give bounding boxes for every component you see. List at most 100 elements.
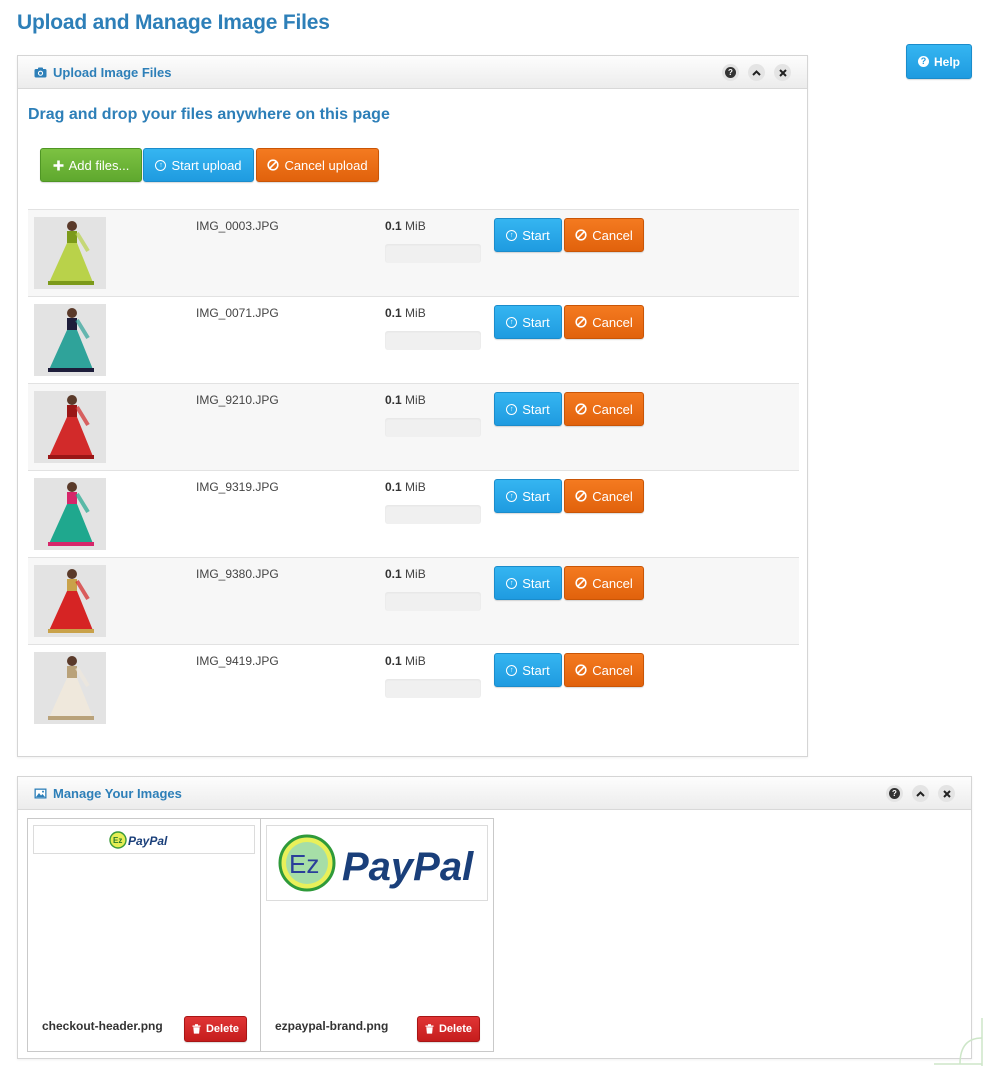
add-files-button[interactable]: Add files... (40, 148, 142, 182)
ban-icon (575, 229, 587, 241)
file-row: IMG_9210.JPG 0.1 MiB ↑ Start Cancel (28, 383, 799, 470)
file-row: IMG_9319.JPG 0.1 MiB ↑ Start Cancel (28, 470, 799, 557)
file-cancel-label: Cancel (592, 401, 633, 417)
cancel-upload-button[interactable]: Cancel upload (256, 148, 379, 182)
file-name: IMG_0003.JPG (196, 219, 279, 233)
file-size-value: 0.1 (385, 480, 402, 494)
file-thumbnail (34, 478, 106, 550)
upload-circle-icon: ↑ (506, 403, 518, 415)
file-size: 0.1 MiB (385, 654, 426, 668)
paypal-logo: Ez PayPal (278, 834, 474, 892)
upload-circle-icon: ↑ (155, 159, 167, 171)
file-cancel-button[interactable]: Cancel (564, 305, 644, 339)
picture-icon (34, 788, 47, 798)
dress-photo (34, 652, 106, 724)
file-name: IMG_9380.JPG (196, 567, 279, 581)
file-size: 0.1 MiB (385, 567, 426, 581)
paypal-logo: Ez PayPal (109, 830, 168, 849)
file-start-label: Start (522, 575, 550, 591)
widget-close-button[interactable] (774, 64, 791, 81)
image-thumbnail[interactable]: Ez PayPal (266, 825, 488, 901)
widget-collapse-button[interactable] (912, 785, 929, 802)
file-start-button[interactable]: ↑ Start (494, 653, 562, 687)
file-size-value: 0.1 (385, 306, 402, 320)
question-circle-icon: ? (917, 56, 929, 67)
file-cancel-button[interactable]: Cancel (564, 653, 644, 687)
ban-icon (575, 664, 587, 676)
file-cancel-button[interactable]: Cancel (564, 479, 644, 513)
svg-text:Ez: Ez (289, 849, 319, 879)
dress-photo (34, 391, 106, 463)
file-cancel-button[interactable]: Cancel (564, 392, 644, 426)
manage-widget: Manage Your Images ? Ez PayPal checkout-… (17, 776, 972, 1059)
upload-widget: Upload Image Files ? Drag and drop your … (17, 55, 808, 757)
file-size: 0.1 MiB (385, 219, 426, 233)
delete-button[interactable]: Delete (417, 1016, 480, 1042)
file-start-button[interactable]: ↑ Start (494, 566, 562, 600)
file-row: IMG_9380.JPG 0.1 MiB ↑ Start Cancel (28, 557, 799, 644)
upload-circle-icon: ↑ (506, 229, 518, 241)
widget-help-button[interactable]: ? (722, 64, 739, 81)
manage-widget-title: Manage Your Images (53, 785, 182, 801)
file-cancel-button[interactable]: Cancel (564, 566, 644, 600)
cancel-upload-label: Cancel upload (284, 157, 368, 173)
file-thumbnail (34, 391, 106, 463)
file-start-button[interactable]: ↑ Start (494, 479, 562, 513)
file-start-label: Start (522, 227, 550, 243)
upload-circle-icon: ↑ (506, 664, 518, 676)
file-size: 0.1 MiB (385, 393, 426, 407)
gallery-item[interactable]: Ez PayPal ezpaypal-brand.png Delete (260, 818, 494, 1052)
file-thumbnail (34, 565, 106, 637)
manage-widget-header: Manage Your Images ? (18, 777, 971, 810)
question-circle-icon: ? (725, 67, 736, 78)
delete-button[interactable]: Delete (184, 1016, 247, 1042)
widget-help-button[interactable]: ? (886, 785, 903, 802)
trash-icon (425, 1024, 434, 1034)
ban-icon (575, 577, 587, 589)
dress-photo (34, 565, 106, 637)
file-start-button[interactable]: ↑ Start (494, 305, 562, 339)
start-upload-label: Start upload (171, 157, 242, 173)
image-thumbnail[interactable]: Ez PayPal (33, 825, 255, 854)
file-thumbnail (34, 652, 106, 724)
file-name: IMG_9210.JPG (196, 393, 279, 407)
widget-close-button[interactable] (938, 785, 955, 802)
upload-circle-icon: ↑ (506, 316, 518, 328)
widget-collapse-button[interactable] (748, 64, 765, 81)
dress-photo (34, 304, 106, 376)
file-size-unit: MiB (405, 306, 426, 320)
svg-text:Ez: Ez (113, 836, 122, 845)
file-size: 0.1 MiB (385, 306, 426, 320)
file-name: IMG_9319.JPG (196, 480, 279, 494)
add-files-label: Add files... (68, 157, 130, 173)
file-size-unit: MiB (405, 219, 426, 233)
start-upload-button[interactable]: ↑ Start upload (143, 148, 254, 182)
question-circle-icon: ? (889, 788, 900, 799)
upload-circle-icon: ↑ (506, 490, 518, 502)
plus-icon (53, 160, 64, 170)
file-queue: IMG_0003.JPG 0.1 MiB ↑ Start Cancel IMG_… (28, 209, 799, 731)
file-name: IMG_9419.JPG (196, 654, 279, 668)
upload-progress-bar (385, 592, 481, 611)
upload-widget-header: Upload Image Files ? (18, 56, 807, 89)
file-size-value: 0.1 (385, 219, 402, 233)
chevron-up-icon (752, 69, 761, 76)
file-size-unit: MiB (405, 567, 426, 581)
upload-progress-bar (385, 244, 481, 263)
ban-icon (575, 490, 587, 502)
ban-icon (267, 159, 280, 171)
file-cancel-button[interactable]: Cancel (564, 218, 644, 252)
file-start-button[interactable]: ↑ Start (494, 218, 562, 252)
file-cancel-label: Cancel (592, 227, 633, 243)
help-button[interactable]: ? Help (906, 44, 972, 79)
help-label: Help (933, 54, 960, 69)
gallery-item[interactable]: Ez PayPal checkout-header.png Delete (27, 818, 261, 1052)
dress-photo (34, 217, 106, 289)
ban-icon (575, 403, 587, 415)
file-size-unit: MiB (405, 393, 426, 407)
file-size-value: 0.1 (385, 393, 402, 407)
upload-progress-bar (385, 418, 481, 437)
dress-photo (34, 478, 106, 550)
upload-progress-bar (385, 505, 481, 524)
file-start-button[interactable]: ↑ Start (494, 392, 562, 426)
